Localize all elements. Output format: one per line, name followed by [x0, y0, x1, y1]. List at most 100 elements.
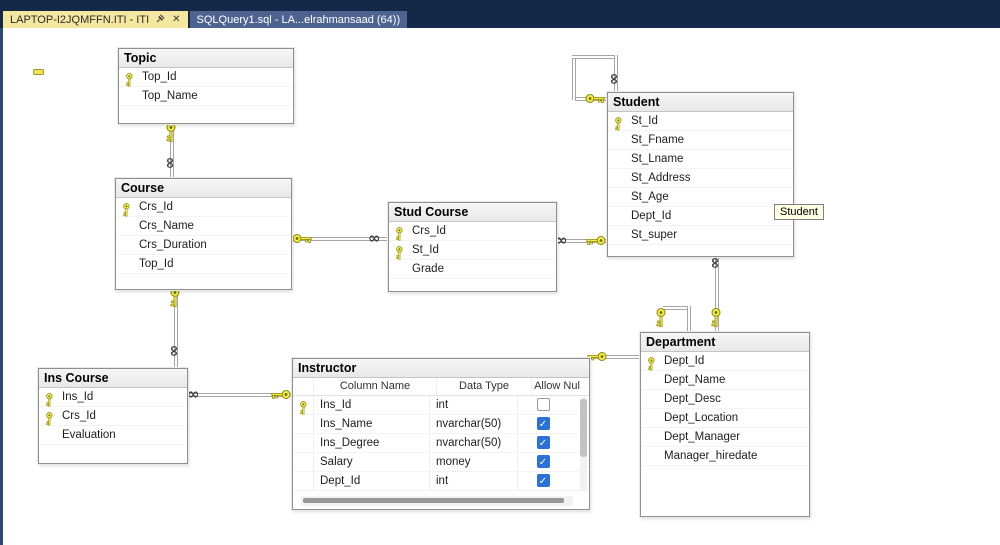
- relationship-line-student-self[interactable]: [572, 55, 576, 100]
- column-row[interactable]: Dept_Location: [641, 409, 809, 428]
- column-row[interactable]: Dept_Id: [641, 352, 809, 371]
- column-row[interactable]: St_Id: [608, 112, 793, 131]
- column-row[interactable]: Evaluation: [39, 426, 187, 445]
- column-row[interactable]: St_Address: [608, 169, 793, 188]
- column-name-cell[interactable]: Salary: [314, 453, 430, 471]
- table-title[interactable]: Instructor: [293, 359, 589, 378]
- key-one-side-icon: [711, 308, 722, 328]
- relationship-line-student-self[interactable]: [572, 55, 618, 59]
- column-row[interactable]: Ins_Id: [39, 388, 187, 407]
- data-type-cell[interactable]: money: [430, 453, 518, 471]
- pin-icon[interactable]: [156, 13, 165, 26]
- column-row[interactable]: Dept_Manager: [641, 428, 809, 447]
- column-row[interactable]: Crs_Id: [39, 407, 187, 426]
- table-instructor[interactable]: Instructor Column Name Data Type Allow N…: [292, 358, 590, 510]
- column-name: Dept_Desc: [664, 393, 721, 405]
- primary-key-icon: [389, 241, 409, 260]
- tab-label: LAPTOP-I2JQMFFN.ITI - ITI: [10, 13, 150, 26]
- table-title[interactable]: Topic: [119, 49, 293, 68]
- ssms-diagram-window: LAPTOP-I2JQMFFN.ITI - ITI ✕ SQLQuery1.sq…: [0, 0, 1000, 545]
- row-gutter: [608, 169, 628, 187]
- row-gutter: [116, 255, 136, 273]
- tab-diagram[interactable]: LAPTOP-I2JQMFFN.ITI - ITI ✕: [3, 11, 188, 28]
- row-gutter: [608, 131, 628, 149]
- column-row[interactable]: Dept_Name: [641, 371, 809, 390]
- column-row[interactable]: St_Age: [608, 188, 793, 207]
- row-gutter: [293, 453, 314, 471]
- data-type-cell[interactable]: int: [430, 472, 518, 490]
- row-gutter: [641, 447, 661, 465]
- column-row[interactable]: Manager_hiredate: [641, 447, 809, 466]
- grid-row[interactable]: Ins_Id int: [293, 396, 589, 415]
- table-department[interactable]: Department Dept_Id Dept_Name Dept_Desc Dept_…: [640, 332, 810, 517]
- column-name: Dept_Id: [631, 210, 672, 222]
- horizontal-scrollbar[interactable]: [301, 496, 573, 506]
- column-name-cell[interactable]: Ins_Name: [314, 415, 430, 433]
- grid-row[interactable]: Dept_Id int ✓: [293, 472, 589, 491]
- allow-nulls-checkbox[interactable]: [536, 398, 550, 411]
- data-type-cell[interactable]: nvarchar(50): [430, 434, 518, 452]
- column-name: Dept_Id: [664, 355, 705, 367]
- row-gutter: [641, 371, 661, 389]
- column-name-cell[interactable]: Dept_Id: [314, 472, 430, 490]
- column-name: St_Id: [631, 115, 658, 127]
- column-row[interactable]: Top_Name: [119, 87, 293, 106]
- relationship-line-department-self[interactable]: [687, 306, 691, 332]
- scrollbar-thumb[interactable]: [303, 498, 565, 503]
- column-row[interactable]: Crs_Name: [116, 217, 291, 236]
- table-course[interactable]: Course Crs_Id Crs_Name Crs_Duration Top_Id: [115, 178, 292, 290]
- key-one-side-icon: [292, 233, 312, 244]
- column-row[interactable]: St_super: [608, 226, 793, 245]
- tab-label: SQLQuery1.sql - LA...elrahmansaad (64)): [196, 13, 401, 26]
- close-icon[interactable]: ✕: [172, 14, 180, 25]
- column-row[interactable]: Grade: [389, 260, 556, 279]
- column-row[interactable]: Top_Id: [119, 68, 293, 87]
- grid-row[interactable]: Ins_Name nvarchar(50) ✓: [293, 415, 589, 434]
- primary-key-icon: [116, 198, 136, 217]
- allow-nulls-checkbox[interactable]: ✓: [536, 436, 550, 449]
- column-row[interactable]: Crs_Duration: [116, 236, 291, 255]
- column-row[interactable]: St_Fname: [608, 131, 793, 150]
- allow-nulls-checkbox[interactable]: ✓: [536, 455, 550, 468]
- infinity-many-side-icon: ∞: [165, 344, 184, 358]
- column-row[interactable]: St_Lname: [608, 150, 793, 169]
- data-type-cell[interactable]: int: [430, 396, 518, 414]
- column-row[interactable]: Crs_Id: [389, 222, 556, 241]
- column-row[interactable]: Crs_Id: [116, 198, 291, 217]
- column-row[interactable]: Dept_Id: [608, 207, 793, 226]
- tab-sql-query[interactable]: SQLQuery1.sql - LA...elrahmansaad (64)): [189, 11, 408, 28]
- primary-key-icon: [293, 396, 314, 415]
- column-row[interactable]: Top_Id: [116, 255, 291, 274]
- column-name-cell[interactable]: Ins_Degree: [314, 434, 430, 452]
- grid-row[interactable]: Salary money ✓: [293, 453, 589, 472]
- scrollbar-thumb[interactable]: [580, 399, 587, 458]
- row-gutter: [608, 188, 628, 206]
- table-title[interactable]: Stud Course: [389, 203, 556, 222]
- column-name: Crs_Id: [62, 410, 96, 422]
- key-one-side-icon: [656, 308, 667, 328]
- relationship-line-department-self[interactable]: [663, 306, 689, 310]
- table-title[interactable]: Department: [641, 333, 809, 352]
- table-title[interactable]: Student: [608, 93, 793, 112]
- vertical-scrollbar[interactable]: [580, 397, 587, 491]
- column-row[interactable]: St_Id: [389, 241, 556, 260]
- table-student[interactable]: Student St_Id St_Fname St_Lname St_Address St…: [607, 92, 794, 257]
- infinity-many-side-icon: ∞: [706, 256, 725, 270]
- table-stud-course[interactable]: Stud Course Crs_Id St_Id Grade: [388, 202, 557, 292]
- table-topic[interactable]: Topic Top_Id Top_Name: [118, 48, 294, 124]
- table-ins-course[interactable]: Ins Course Ins_Id Crs_Id Evaluation: [38, 368, 188, 464]
- table-title[interactable]: Course: [116, 179, 291, 198]
- row-gutter: [293, 415, 314, 433]
- key-one-side-icon: [585, 93, 605, 104]
- allow-nulls-checkbox[interactable]: ✓: [536, 417, 550, 430]
- column-row[interactable]: Dept_Desc: [641, 390, 809, 409]
- column-name: Dept_Name: [664, 374, 726, 386]
- row-gutter: [641, 409, 661, 427]
- grid-row[interactable]: Ins_Degree nvarchar(50) ✓: [293, 434, 589, 453]
- data-type-cell[interactable]: nvarchar(50): [430, 415, 518, 433]
- column-name-cell[interactable]: Ins_Id: [314, 396, 430, 414]
- allow-nulls-checkbox[interactable]: ✓: [536, 474, 550, 487]
- row-gutter: [119, 87, 139, 105]
- column-name: Ins_Id: [62, 391, 94, 403]
- table-title[interactable]: Ins Course: [39, 369, 187, 388]
